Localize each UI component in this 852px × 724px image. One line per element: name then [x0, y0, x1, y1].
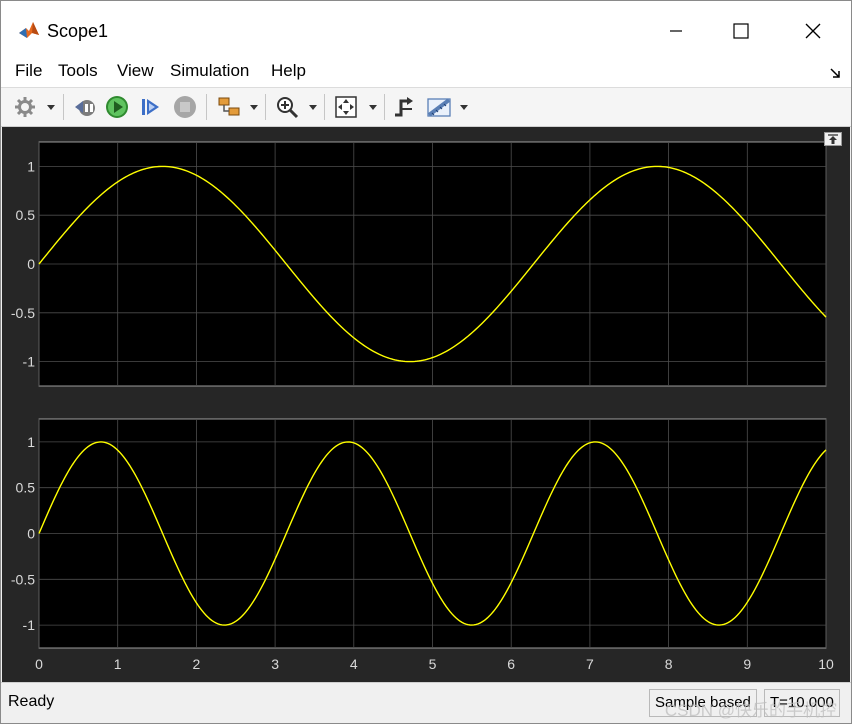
y-tick-label: 1	[27, 434, 35, 450]
maximize-button[interactable]	[718, 13, 764, 49]
menu-help[interactable]: Help	[271, 61, 306, 81]
watermark-text: CSDN @快乐的手机控	[664, 701, 837, 720]
y-tick-label: 0.5	[16, 207, 36, 223]
y-tick-label: -1	[23, 617, 36, 633]
highlight-block-icon	[218, 97, 240, 116]
zoom-in-icon	[277, 97, 299, 119]
y-tick-label: 0	[27, 526, 35, 542]
settings-button[interactable]	[11, 93, 39, 121]
x-tick-label: 2	[193, 656, 201, 672]
x-tick-label: 6	[507, 656, 515, 672]
minimize-icon	[670, 30, 682, 32]
fit-dropdown-icon[interactable]	[369, 102, 377, 112]
triggers-icon	[395, 97, 413, 117]
measurements-dropdown-icon[interactable]	[460, 102, 468, 112]
axes-top[interactable]: -1 -0.5 0 0.5 1	[11, 141, 827, 387]
x-tick-label: 10	[818, 656, 834, 672]
toolbar-separator	[265, 94, 266, 120]
y-tick-label: 0.5	[16, 480, 36, 496]
x-tick-label: 4	[350, 656, 358, 672]
toolbar-separator	[384, 94, 385, 120]
x-tick-label: 8	[665, 656, 673, 672]
step-back-icon	[75, 100, 95, 116]
scope-window: Scope1 File Tools View Simulation Help -…	[0, 0, 852, 724]
menu-tools[interactable]: Tools	[58, 61, 98, 81]
stop-icon	[174, 96, 196, 118]
gear-icon	[15, 97, 35, 117]
run-icon	[106, 96, 128, 118]
maximize-icon	[733, 23, 749, 39]
toolbar	[1, 88, 851, 127]
y-tick-label: 0	[27, 256, 35, 272]
ruler-icon	[427, 98, 451, 117]
triggers-button[interactable]	[390, 93, 418, 121]
status-bar: Ready Sample based T=10.000 CSDN @快乐的手机控	[1, 682, 851, 723]
undock-arrow-icon[interactable]	[824, 132, 842, 146]
close-button[interactable]	[790, 13, 836, 49]
x-tick-label: 5	[429, 656, 437, 672]
toolbar-separator	[206, 94, 207, 120]
zoom-dropdown-icon[interactable]	[309, 102, 317, 112]
dock-arrow-icon[interactable]	[829, 67, 841, 79]
highlight-dropdown-icon[interactable]	[250, 102, 258, 112]
y-tick-label: -1	[23, 354, 36, 370]
x-tick-label: 1	[114, 656, 122, 672]
step-forward-button[interactable]	[137, 93, 165, 121]
highlight-block-button[interactable]	[215, 93, 243, 121]
run-button[interactable]	[103, 93, 131, 121]
fit-to-view-icon	[335, 96, 357, 118]
scope-plots[interactable]: -1-0.500.51 -1-0.500.510 1 2 3 4 5 6 7 8 9 10	[2, 127, 850, 682]
menu-simulation[interactable]: Simulation	[170, 61, 249, 81]
zoom-in-button[interactable]	[273, 93, 301, 121]
scope-display: -1 -0.5 0 0.5 1 -1 -0.5 0 0.5 1 0 1 2 3 4 5 6 7 8 9 10	[2, 127, 850, 682]
menu-file[interactable]: File	[15, 61, 42, 81]
x-tick-label: 9	[743, 656, 751, 672]
x-tick-label: 3	[271, 656, 279, 672]
matlab-logo-icon	[18, 19, 40, 41]
menu-bar: File Tools View Simulation Help	[1, 55, 851, 88]
stop-button[interactable]	[171, 93, 199, 121]
window-title: Scope1	[47, 21, 109, 41]
step-forward-icon	[142, 99, 159, 115]
measurements-button[interactable]	[425, 93, 453, 121]
x-tick-label: 7	[586, 656, 594, 672]
x-tick-label: 0	[35, 656, 43, 672]
y-tick-label: -0.5	[11, 571, 35, 587]
close-icon	[805, 23, 821, 39]
y-tick-label: 1	[27, 158, 35, 174]
minimize-button[interactable]	[653, 13, 699, 49]
title-bar[interactable]: Scope1	[1, 1, 851, 55]
settings-dropdown-icon[interactable]	[47, 102, 55, 112]
axes-bottom[interactable]: -1-0.500.510 1 2 3 4 5 6 7 8 9 10	[11, 418, 834, 672]
fit-to-view-button[interactable]	[332, 93, 360, 121]
status-text: Ready	[8, 693, 55, 710]
y-tick-label: -0.5	[11, 305, 35, 321]
menu-view[interactable]: View	[117, 61, 154, 81]
toolbar-separator	[63, 94, 64, 120]
step-back-button[interactable]	[71, 93, 99, 121]
toolbar-separator	[324, 94, 325, 120]
